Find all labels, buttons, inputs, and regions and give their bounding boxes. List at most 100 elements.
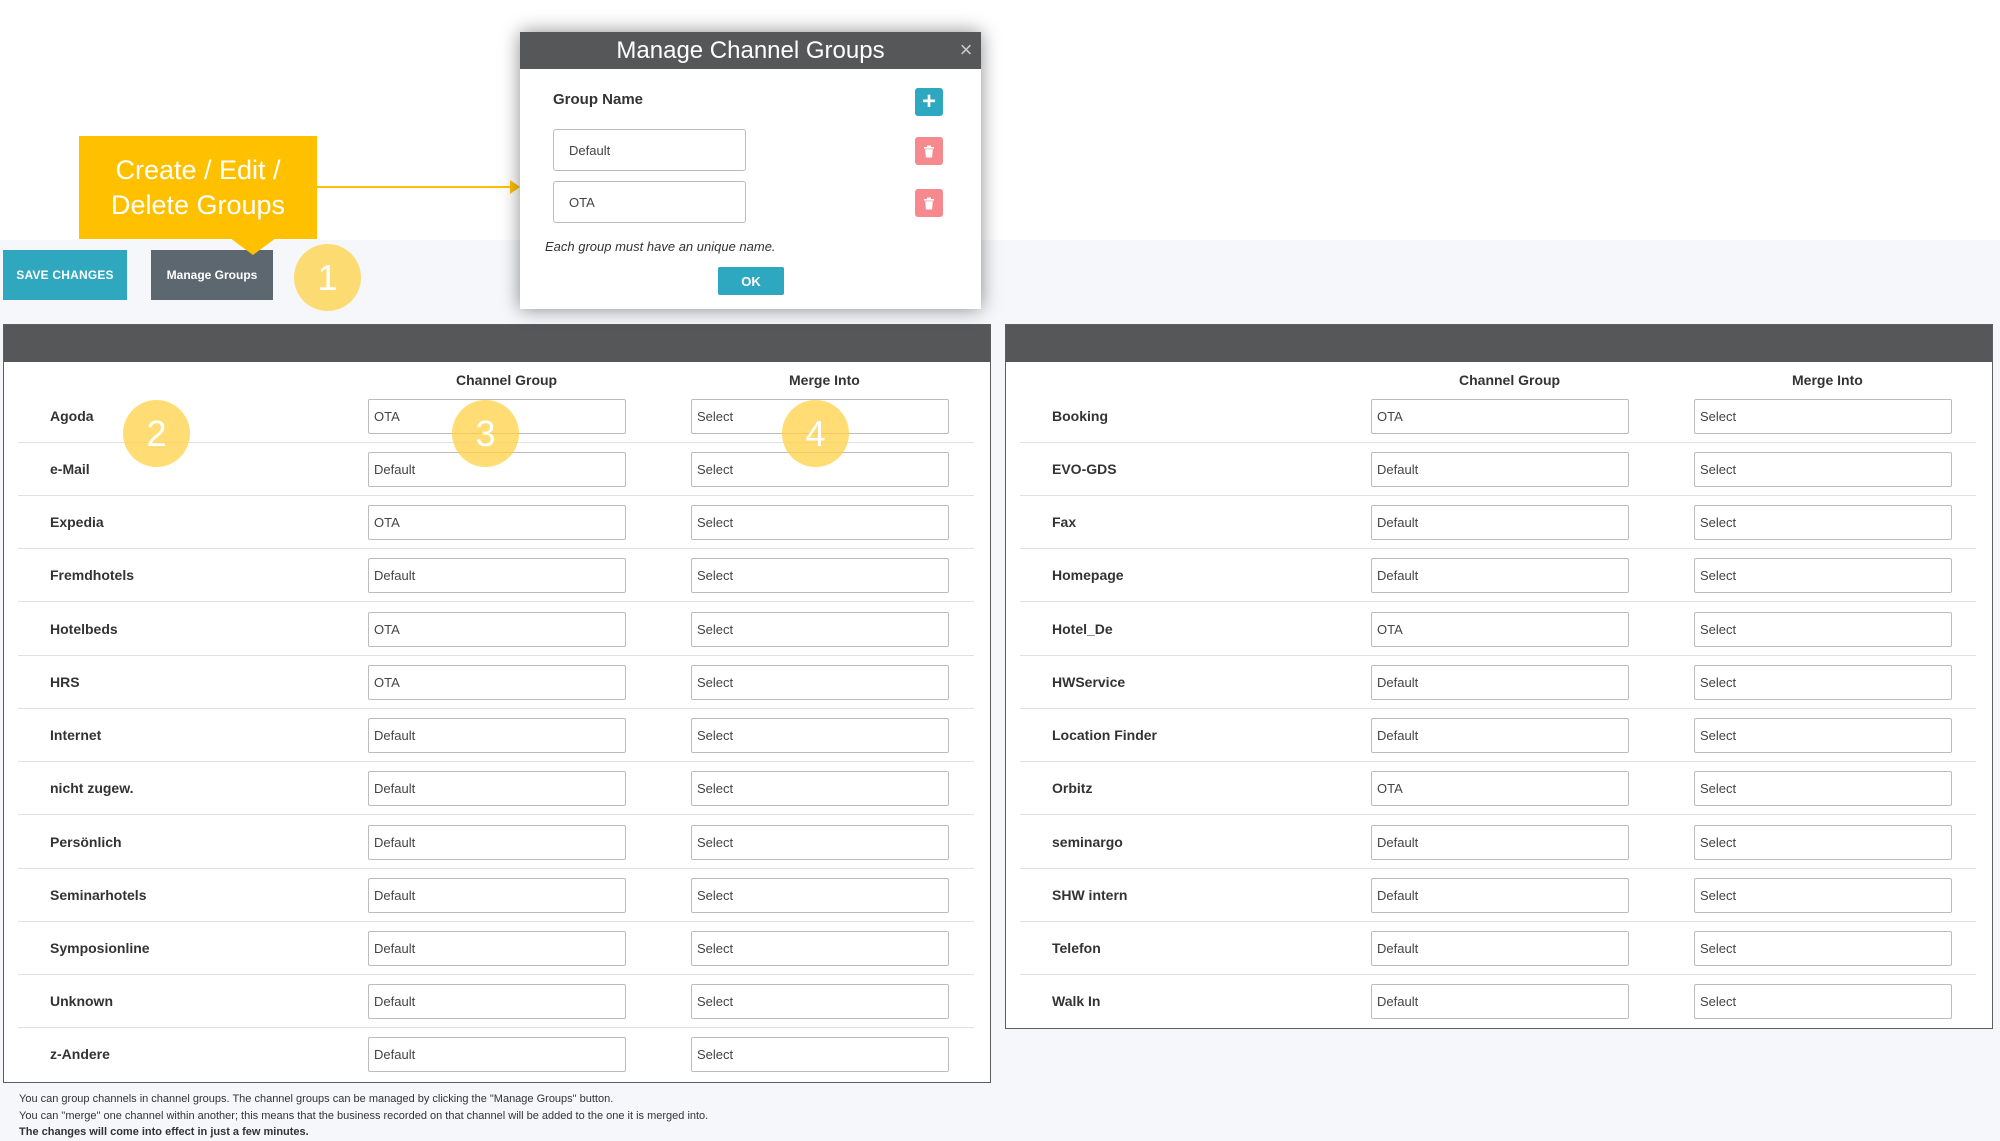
- add-group-button[interactable]: +: [915, 88, 943, 116]
- channel-group-select[interactable]: Default: [1371, 984, 1629, 1019]
- channel-name: Hotelbeds: [50, 621, 118, 637]
- group-name-input[interactable]: Default: [553, 129, 746, 171]
- table-row: EVO-GDS Default Select: [1020, 443, 1976, 496]
- table-row: Fremdhotels Default Select: [18, 549, 974, 602]
- table-row: Booking OTA Select: [1020, 390, 1976, 443]
- merge-into-select[interactable]: Select: [691, 1037, 949, 1072]
- ok-button[interactable]: OK: [718, 267, 784, 295]
- table-row: Unknown Default Select: [18, 975, 974, 1028]
- merge-into-select[interactable]: Select: [691, 825, 949, 860]
- merge-into-select[interactable]: Select: [1694, 984, 1952, 1019]
- group-name-input[interactable]: OTA: [553, 181, 746, 223]
- merge-into-select[interactable]: Select: [1694, 718, 1952, 753]
- channel-group-select[interactable]: Default: [1371, 825, 1629, 860]
- table-row: Homepage Default Select: [1020, 549, 1976, 602]
- callout-create-edit-delete: Create / Edit / Delete Groups: [79, 136, 317, 239]
- channel-group-select[interactable]: Default: [1371, 931, 1629, 966]
- merge-into-select[interactable]: Select: [1694, 665, 1952, 700]
- delete-group-button[interactable]: [915, 137, 943, 165]
- merge-into-select[interactable]: Select: [691, 612, 949, 647]
- channel-name: SHW intern: [1052, 887, 1128, 903]
- merge-into-select[interactable]: Select: [1694, 771, 1952, 806]
- channel-name: Orbitz: [1052, 780, 1093, 796]
- footer-notes: You can group channels in channel groups…: [19, 1091, 708, 1141]
- step-marker-4: 4: [782, 400, 849, 467]
- merge-into-select[interactable]: Select: [1694, 505, 1952, 540]
- channel-group-select[interactable]: Default: [1371, 505, 1629, 540]
- table-row: HWService Default Select: [1020, 656, 1976, 709]
- table-row: Hotel_De OTA Select: [1020, 603, 1976, 656]
- channel-name: nicht zugew.: [50, 780, 134, 796]
- channel-group-select[interactable]: Default: [1371, 452, 1629, 487]
- channel-name: Persönlich: [50, 834, 122, 850]
- footer-note-groups: You can group channels in channel groups…: [19, 1093, 614, 1105]
- merge-into-select[interactable]: Select: [1694, 825, 1952, 860]
- merge-into-select[interactable]: Select: [691, 771, 949, 806]
- table-row: Orbitz OTA Select: [1020, 762, 1976, 815]
- merge-into-select[interactable]: Select: [691, 984, 949, 1019]
- channel-group-select[interactable]: OTA: [1371, 612, 1629, 647]
- dialog-header: Manage Channel Groups ×: [520, 32, 981, 69]
- channel-group-select[interactable]: OTA: [368, 505, 626, 540]
- merge-into-select[interactable]: Select: [1694, 931, 1952, 966]
- channel-group-select[interactable]: Default: [368, 825, 626, 860]
- merge-into-select[interactable]: Select: [691, 931, 949, 966]
- merge-into-select[interactable]: Select: [691, 505, 949, 540]
- merge-into-select[interactable]: Select: [691, 665, 949, 700]
- merge-into-select[interactable]: Select: [1694, 878, 1952, 913]
- footer-note-effect: The changes will come into effect in jus…: [19, 1126, 309, 1138]
- delete-group-button[interactable]: [915, 189, 943, 217]
- channel-group-select[interactable]: Default: [368, 1037, 626, 1072]
- table-row: Expedia OTA Select: [18, 496, 974, 549]
- merge-into-select[interactable]: Select: [1694, 452, 1952, 487]
- channel-group-select[interactable]: Default: [1371, 665, 1629, 700]
- channel-name: z-Andere: [50, 1046, 110, 1062]
- step-marker-1: 1: [294, 244, 361, 311]
- channel-group-select[interactable]: Default: [1371, 878, 1629, 913]
- table-row: HRS OTA Select: [18, 656, 974, 709]
- channel-group-select[interactable]: Default: [368, 558, 626, 593]
- channel-group-select[interactable]: OTA: [368, 665, 626, 700]
- channel-name: e-Mail: [50, 461, 90, 477]
- callout-pointer: [230, 238, 276, 255]
- column-header-merge-into: Merge Into: [789, 372, 860, 388]
- merge-into-select[interactable]: Select: [1694, 399, 1952, 434]
- footer-note-merge: You can "merge" one channel within anoth…: [19, 1109, 709, 1122]
- callout-text: Create / Edit / Delete Groups: [110, 154, 286, 220]
- channel-name: Fax: [1052, 514, 1077, 530]
- step-marker-3: 3: [452, 400, 519, 467]
- trash-icon: [924, 145, 934, 157]
- channel-group-select[interactable]: Default: [368, 931, 626, 966]
- channel-name: Location Finder: [1052, 727, 1157, 743]
- channel-name: Hotel_De: [1052, 621, 1113, 637]
- merge-into-select[interactable]: Select: [1694, 612, 1952, 647]
- channel-group-select[interactable]: Default: [368, 984, 626, 1019]
- channel-group-select[interactable]: Default: [368, 878, 626, 913]
- merge-into-select[interactable]: Select: [691, 718, 949, 753]
- merge-into-select[interactable]: Select: [691, 878, 949, 913]
- trash-icon: [924, 197, 934, 209]
- channel-group-select[interactable]: OTA: [1371, 771, 1629, 806]
- channel-name: Telefon: [1052, 940, 1101, 956]
- channel-group-select[interactable]: Default: [1371, 558, 1629, 593]
- close-icon[interactable]: ×: [955, 33, 977, 67]
- table-row: Walk In Default Select: [1020, 975, 1976, 1028]
- merge-into-select[interactable]: Select: [1694, 558, 1952, 593]
- manage-channel-groups-dialog: Manage Channel Groups × Group Name + Def…: [520, 32, 981, 309]
- channel-group-select[interactable]: OTA: [1371, 399, 1629, 434]
- channel-group-select[interactable]: Default: [1371, 718, 1629, 753]
- callout-connector-line: [317, 186, 514, 188]
- channel-group-select[interactable]: Default: [368, 771, 626, 806]
- panel-header: [4, 325, 990, 362]
- channel-name: Symposionline: [50, 940, 150, 956]
- channel-group-select[interactable]: Default: [368, 718, 626, 753]
- table-row: seminargo Default Select: [1020, 816, 1976, 869]
- plus-icon: +: [921, 88, 936, 115]
- table-row: Symposionline Default Select: [18, 922, 974, 975]
- dialog-title: Manage Channel Groups: [616, 37, 885, 64]
- manage-groups-button[interactable]: Manage Groups: [151, 250, 273, 300]
- merge-into-select[interactable]: Select: [691, 558, 949, 593]
- save-changes-button[interactable]: SAVE CHANGES: [3, 250, 127, 300]
- channel-group-select[interactable]: OTA: [368, 612, 626, 647]
- channel-name: Walk In: [1052, 993, 1101, 1009]
